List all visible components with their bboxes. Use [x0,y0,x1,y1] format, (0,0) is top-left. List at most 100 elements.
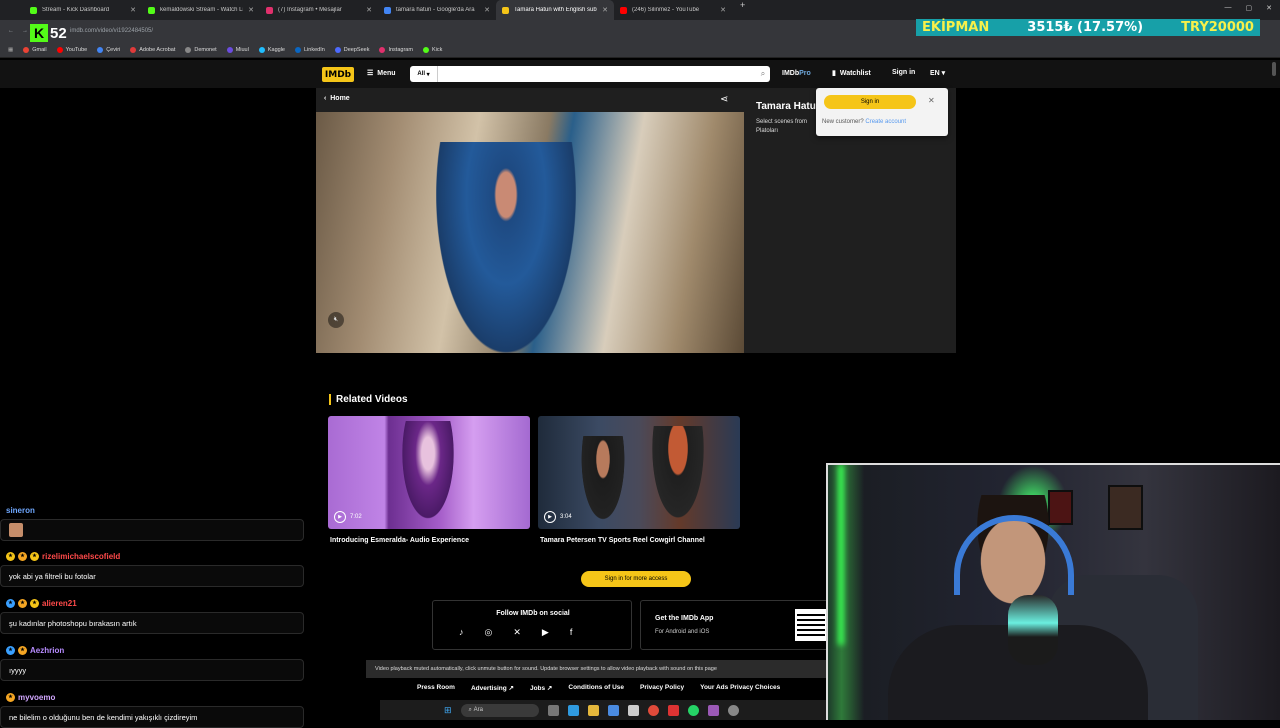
close-tab-icon[interactable]: ✕ [720,6,726,14]
browser-tab[interactable]: tamara hatun - Google'da Ara ✕ [378,0,496,20]
bookmark-item[interactable]: Demonet [185,46,217,53]
browser-tab[interactable]: kemaldowski Stream - Watch Li... ✕ [142,0,260,20]
app-icon[interactable] [627,704,639,716]
chat-user-row: ★ myvoemo [0,690,62,704]
watchlist-button[interactable]: ▮ Watchlist [832,69,871,78]
chat-username[interactable]: rizelimichaelscofield [42,552,120,561]
tab-label: (246) Silinmez - YouTube [632,7,700,13]
related-video-thumb[interactable]: ▶ 3:04 [538,416,740,529]
url-field[interactable]: imdb.com/video/vi1922484505/ [70,28,153,34]
bookmark-label: DeepSeek [343,46,370,53]
imdbpro-link[interactable]: IMDbPro [782,70,811,77]
edge-icon[interactable] [567,704,579,716]
create-account-link[interactable]: Create account [865,119,906,125]
mute-icon[interactable]: 🔇︎ [328,312,344,328]
facebook-icon[interactable]: f [570,627,573,638]
apps-icon[interactable]: ▦ [8,47,13,53]
bookmark-item[interactable]: Adobe Acrobat [130,46,175,53]
bookmark-label: Demonet [194,46,217,53]
chat-message: sineron [0,503,304,541]
share-icon[interactable]: ⋖ [720,94,728,105]
chat-badge-icon: ★ [30,551,39,561]
new-tab-icon[interactable]: + [732,0,745,20]
scrollbar-thumb[interactable] [1272,62,1276,76]
signin-link[interactable]: Sign in [892,69,915,76]
close-icon[interactable]: ✕ [1266,4,1272,12]
chat-user-row: ★ ★ Aezhrion [0,643,71,657]
chat-badge-icon: ★ [18,551,27,561]
minimize-icon[interactable]: — [1225,4,1232,12]
related-video-title[interactable]: Tamara Petersen TV Sports Reel Cowgirl C… [540,537,705,544]
browser-tab[interactable]: (7) Instagram • Mesajlar ✕ [260,0,378,20]
app-icon[interactable] [667,704,679,716]
tiktok-icon[interactable]: ♪ [459,627,464,638]
taskbar-search[interactable]: ⌕ Ara [460,703,539,717]
footer-link[interactable]: Advertising ↗ [471,684,514,692]
bookmark-item[interactable]: Kaggle [258,46,285,53]
video-frame-figure [436,142,576,353]
bookmark-item[interactable]: Gmail [23,46,47,53]
instagram-icon[interactable]: ◎ [485,627,493,638]
app-icon[interactable] [707,704,719,716]
chat-username[interactable]: sineron [6,506,35,515]
language-select[interactable]: EN ▾ [930,69,945,77]
search-icon[interactable]: ⌕ [756,69,770,79]
task-view-icon[interactable] [547,704,559,716]
chat-badge-icon: ★ [30,598,39,608]
footer-link[interactable]: Press Room [417,684,455,692]
bookmark-item[interactable]: Miuul [226,46,249,53]
close-tab-icon[interactable]: ✕ [130,6,136,14]
thumb-figure [648,426,708,529]
bookmark-item[interactable]: Çeviri [97,46,120,53]
footer-link[interactable]: Your Ads Privacy Choices [700,684,780,692]
signin-more-button[interactable]: Sign in for more access [581,571,691,587]
chat-username[interactable]: alieren21 [42,599,77,608]
video-player[interactable] [316,112,744,353]
bookmark-item[interactable]: Kick [422,46,442,53]
close-tab-icon[interactable]: ✕ [602,6,608,14]
qr-code-icon [795,609,827,641]
imdb-logo[interactable]: IMDb [322,67,354,82]
search-input[interactable] [438,67,756,81]
back-icon[interactable]: ← [8,28,14,34]
get-app-box[interactable]: Get the IMDb App For Android and iOS [640,600,830,650]
chat-username[interactable]: Aezhrion [30,646,64,655]
chat-username[interactable]: myvoemo [18,693,55,702]
store-icon[interactable] [607,704,619,716]
related-video-thumb[interactable]: ▶ 7:02 [328,416,530,529]
close-tab-icon[interactable]: ✕ [366,6,372,14]
app-icon[interactable] [727,704,739,716]
related-video-title[interactable]: Introducing Esmeralda- Audio Experience [330,537,469,544]
bookmark-item[interactable]: DeepSeek [334,46,370,53]
home-link[interactable]: ‹ Home [324,95,350,102]
bookmark-item[interactable]: Instagram [379,46,413,53]
bookmark-label: Gmail [32,46,47,53]
search-category-select[interactable]: All ▾ [410,66,438,82]
explorer-icon[interactable] [587,704,599,716]
whatsapp-icon[interactable] [687,704,699,716]
close-icon[interactable]: ✕ [928,96,935,105]
forward-icon[interactable]: → [22,28,28,34]
bookmark-item[interactable]: YouTube [56,46,87,53]
x-icon[interactable]: ✕ [513,627,521,638]
windows-start-icon[interactable]: ⊞ [444,705,452,716]
bookmark-item[interactable]: LinkedIn [294,46,325,53]
maximize-icon[interactable]: ▢ [1246,4,1253,12]
browser-tab[interactable]: (246) Silinmez - YouTube ✕ [614,0,732,20]
menu-button[interactable]: ☰ Menu [367,69,396,78]
youtube-icon[interactable]: ▶ [542,627,549,638]
browser-tab[interactable]: Stream - Kick Dashboard ✕ [24,0,142,20]
tab-favicon-icon [384,6,391,14]
scrollbar[interactable] [1272,60,1278,460]
close-tab-icon[interactable]: ✕ [248,6,254,14]
app-subtitle: For Android and iOS [655,629,710,635]
bookmark-icon [56,46,63,53]
footer-link[interactable]: Conditions of Use [568,684,624,692]
footer-link[interactable]: Jobs ↗ [530,684,552,692]
popup-signin-button[interactable]: Sign in [824,95,916,109]
close-tab-icon[interactable]: ✕ [484,6,490,14]
chrome-icon[interactable] [647,704,659,716]
browser-tab[interactable]: Tamara Hatun with English subt... ✕ [496,0,614,20]
footer-link[interactable]: Privacy Policy [640,684,684,692]
tab-label: Stream - Kick Dashboard [42,7,110,13]
